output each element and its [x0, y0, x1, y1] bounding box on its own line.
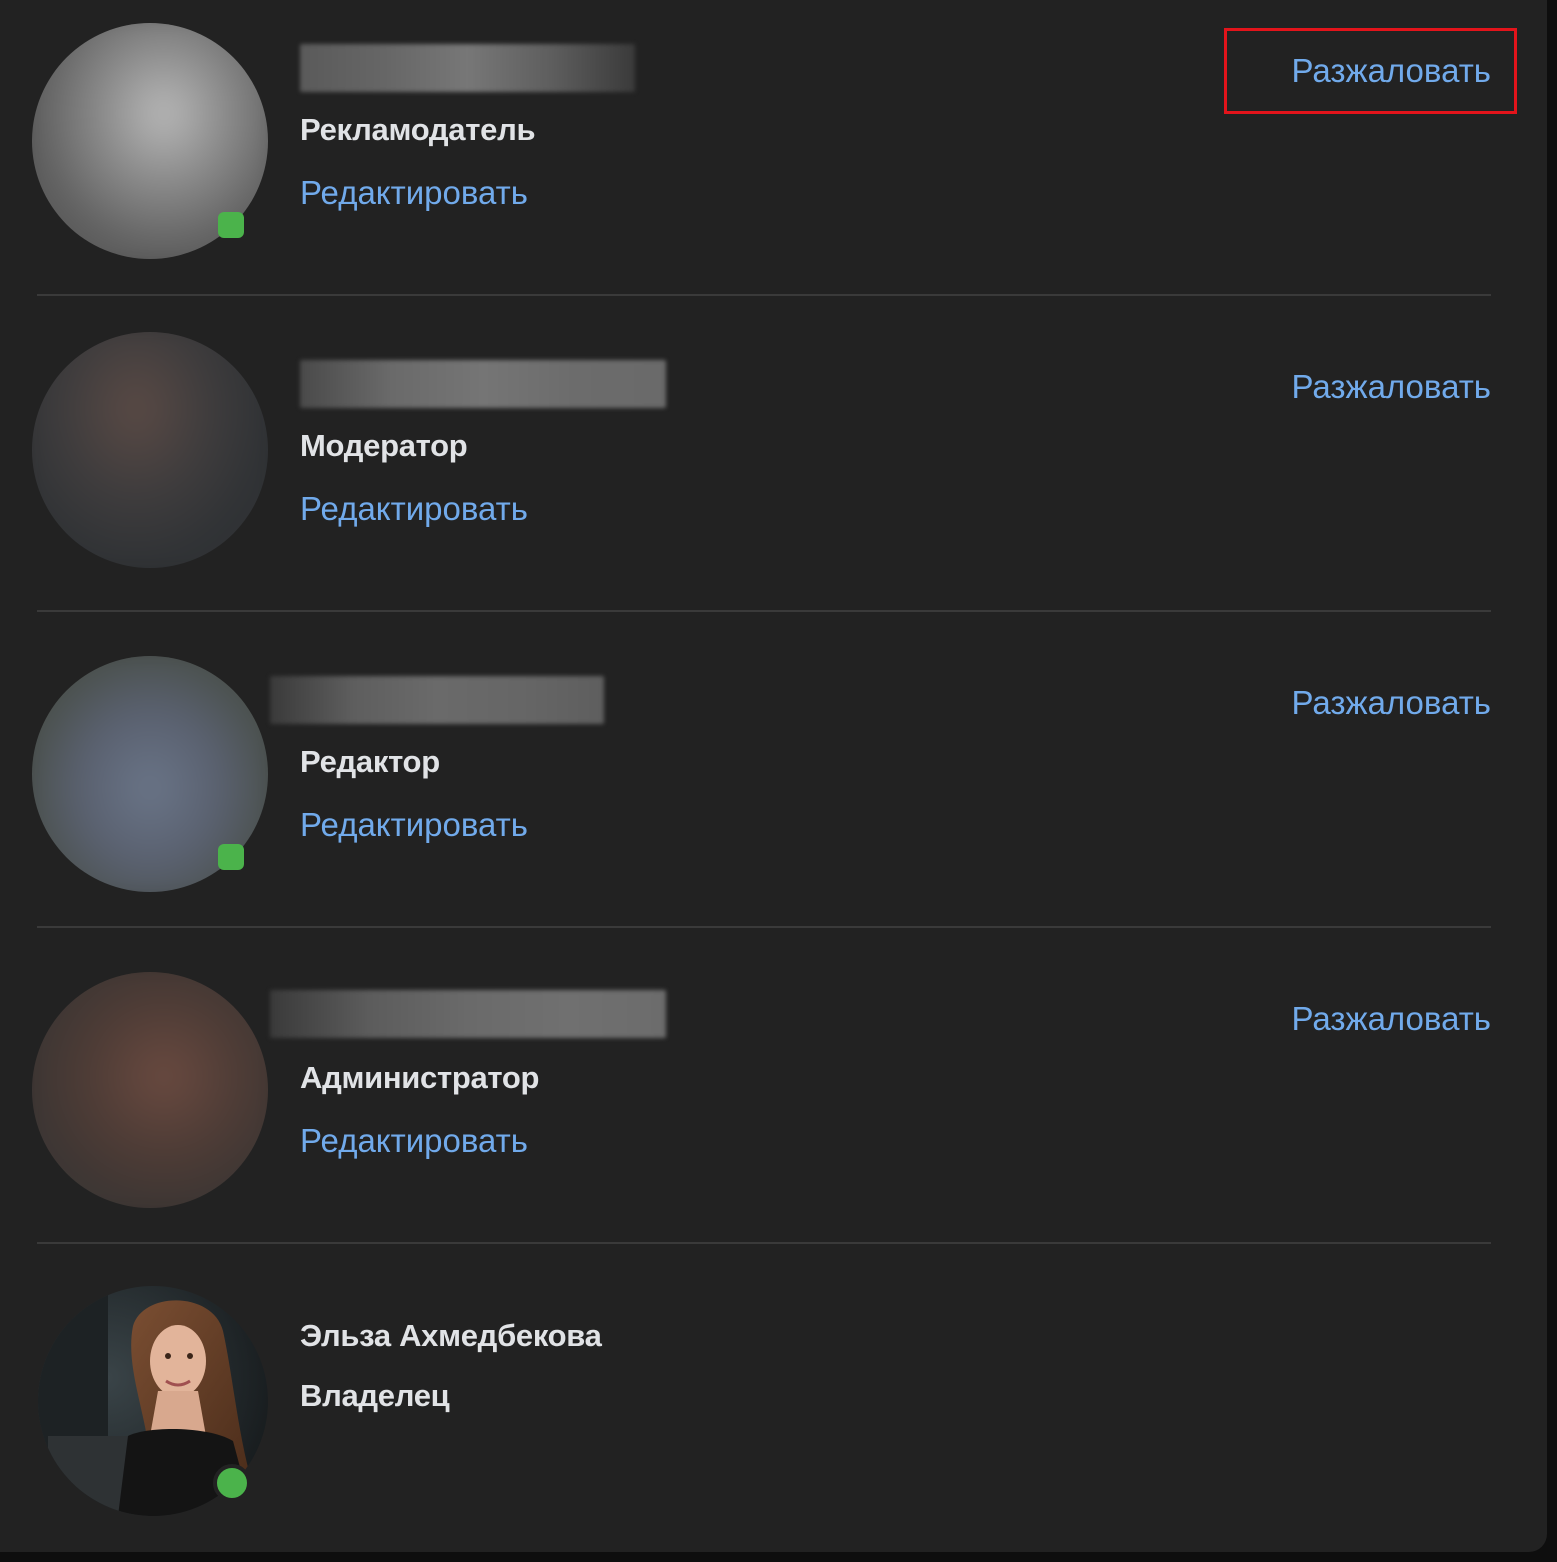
divider	[37, 610, 1491, 612]
avatar[interactable]	[32, 332, 268, 568]
role-label: Модератор	[300, 428, 468, 463]
role-label: Редактор	[300, 744, 440, 779]
online-indicator	[213, 1464, 251, 1502]
edit-link[interactable]: Редактировать	[300, 174, 528, 212]
highlight-box	[1224, 28, 1517, 114]
manager-row: Рекламодатель Редактировать Разжаловать	[0, 0, 1547, 316]
demote-link[interactable]: Разжаловать	[1291, 684, 1491, 722]
edit-link[interactable]: Редактировать	[300, 806, 528, 844]
owner-row: Эльза Ахмедбекова Владелец	[0, 1264, 1547, 1552]
avatar[interactable]	[32, 972, 268, 1208]
role-label: Владелец	[300, 1378, 450, 1413]
role-label: Рекламодатель	[300, 112, 536, 147]
demote-link[interactable]: Разжаловать	[1291, 368, 1491, 406]
role-label: Администратор	[300, 1060, 540, 1095]
divider	[37, 1242, 1491, 1244]
name-redacted	[300, 44, 635, 92]
managers-panel: Рекламодатель Редактировать Разжаловать …	[0, 0, 1547, 1552]
edit-link[interactable]: Редактировать	[300, 1122, 528, 1160]
name-redacted	[270, 676, 604, 724]
online-indicator	[218, 212, 244, 238]
manager-row: Модератор Редактировать Разжаловать	[0, 316, 1547, 632]
manager-row: Редактор Редактировать Разжаловать	[0, 632, 1547, 948]
divider	[37, 294, 1491, 296]
demote-link[interactable]: Разжаловать	[1291, 1000, 1491, 1038]
divider	[37, 926, 1491, 928]
name-redacted	[300, 360, 666, 408]
owner-name[interactable]: Эльза Ахмедбекова	[300, 1318, 602, 1354]
edit-link[interactable]: Редактировать	[300, 490, 528, 528]
online-indicator	[218, 844, 244, 870]
manager-row: Администратор Редактировать Разжаловать	[0, 948, 1547, 1264]
name-redacted	[270, 990, 666, 1038]
